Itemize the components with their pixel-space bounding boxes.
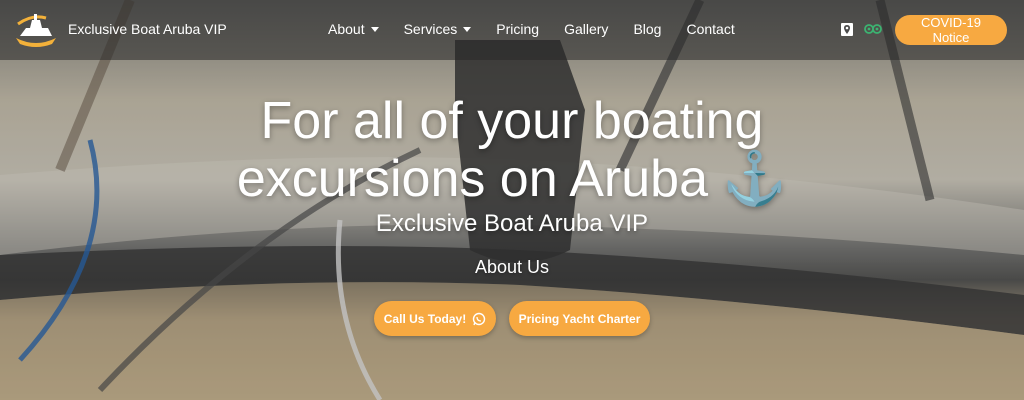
nav-services[interactable]: Services	[404, 21, 472, 37]
covid-notice-button[interactable]: COVID-19 Notice	[895, 15, 1007, 45]
nav-gallery-label: Gallery	[564, 21, 609, 37]
boat-logo-icon[interactable]	[12, 8, 60, 50]
call-us-button[interactable]: Call Us Today!	[374, 301, 496, 336]
nav-gallery[interactable]: Gallery	[564, 21, 608, 37]
nav-blog-label: Blog	[633, 21, 662, 37]
pricing-yacht-charter-label: Pricing Yacht Charter	[518, 311, 641, 326]
nav-contact[interactable]: Contact	[686, 21, 734, 37]
chevron-down-icon	[463, 26, 472, 32]
whatsapp-icon	[473, 312, 486, 325]
about-us-link[interactable]: About Us	[0, 257, 1024, 278]
nav-services-label: Services	[403, 21, 458, 37]
call-us-label: Call Us Today!	[383, 311, 467, 326]
nav-pricing-label: Pricing	[496, 21, 540, 37]
hero-headline-line2: excursions on Aruba ⚓	[236, 150, 788, 208]
main-navigation: About Services Pricing Gallery Blog Cont…	[328, 21, 760, 37]
brand-name[interactable]: Exclusive Boat Aruba VIP	[68, 21, 227, 37]
nav-blog[interactable]: Blog	[633, 21, 661, 37]
nav-about-label: About	[328, 21, 365, 37]
tripadvisor-icon[interactable]	[864, 23, 882, 35]
hero-headline-line1: For all of your boating	[260, 92, 764, 150]
hero-headline: For all of your boating excursions on Ar…	[0, 92, 1024, 208]
chevron-down-icon	[370, 26, 379, 32]
nav-pricing[interactable]: Pricing	[496, 21, 539, 37]
top-navigation-bar: Exclusive Boat Aruba VIP About Services …	[0, 0, 1024, 60]
map-pin-icon[interactable]	[840, 22, 854, 37]
nav-contact-label: Contact	[686, 21, 735, 37]
nav-about[interactable]: About	[328, 21, 379, 37]
hero-subtitle: Exclusive Boat Aruba VIP	[375, 210, 649, 237]
pricing-yacht-charter-button[interactable]: Pricing Yacht Charter	[509, 301, 650, 336]
hero-section: Exclusive Boat Aruba VIP About Services …	[0, 0, 1024, 400]
